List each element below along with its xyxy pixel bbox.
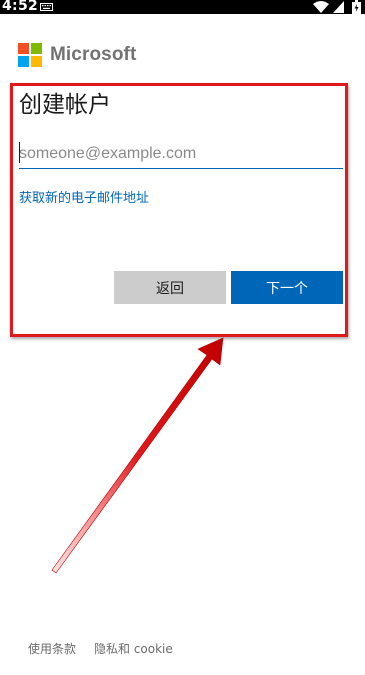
status-bar: 4:52: [0, 0, 365, 14]
logo-square-red: [18, 43, 29, 54]
next-button[interactable]: 下一个: [231, 271, 343, 304]
terms-of-use-link[interactable]: 使用条款: [28, 640, 76, 657]
back-button[interactable]: 返回: [114, 271, 226, 304]
microsoft-logo-icon: [18, 43, 42, 67]
page-title: 创建帐户: [19, 92, 111, 118]
logo-square-yellow: [31, 56, 42, 67]
get-new-email-link[interactable]: 获取新的电子邮件地址: [19, 187, 149, 206]
footer: 使用条款 隐私和 cookie: [28, 640, 173, 657]
logo-square-blue: [18, 56, 29, 67]
logo-text: Microsoft: [50, 44, 137, 65]
logo-square-green: [31, 43, 42, 54]
status-time: 4:52: [2, 0, 39, 14]
keyboard-icon: [40, 3, 53, 11]
signal-icon: [333, 1, 344, 13]
microsoft-logo: Microsoft: [18, 43, 136, 67]
wifi-icon: [313, 1, 329, 13]
text-cursor: [19, 142, 20, 163]
email-input[interactable]: [19, 140, 343, 169]
battery-icon: [352, 0, 361, 14]
privacy-cookies-link[interactable]: 隐私和 cookie: [94, 640, 173, 657]
screen: 4:52 Microsoft 创建帐户 someone@example.com …: [0, 0, 365, 675]
